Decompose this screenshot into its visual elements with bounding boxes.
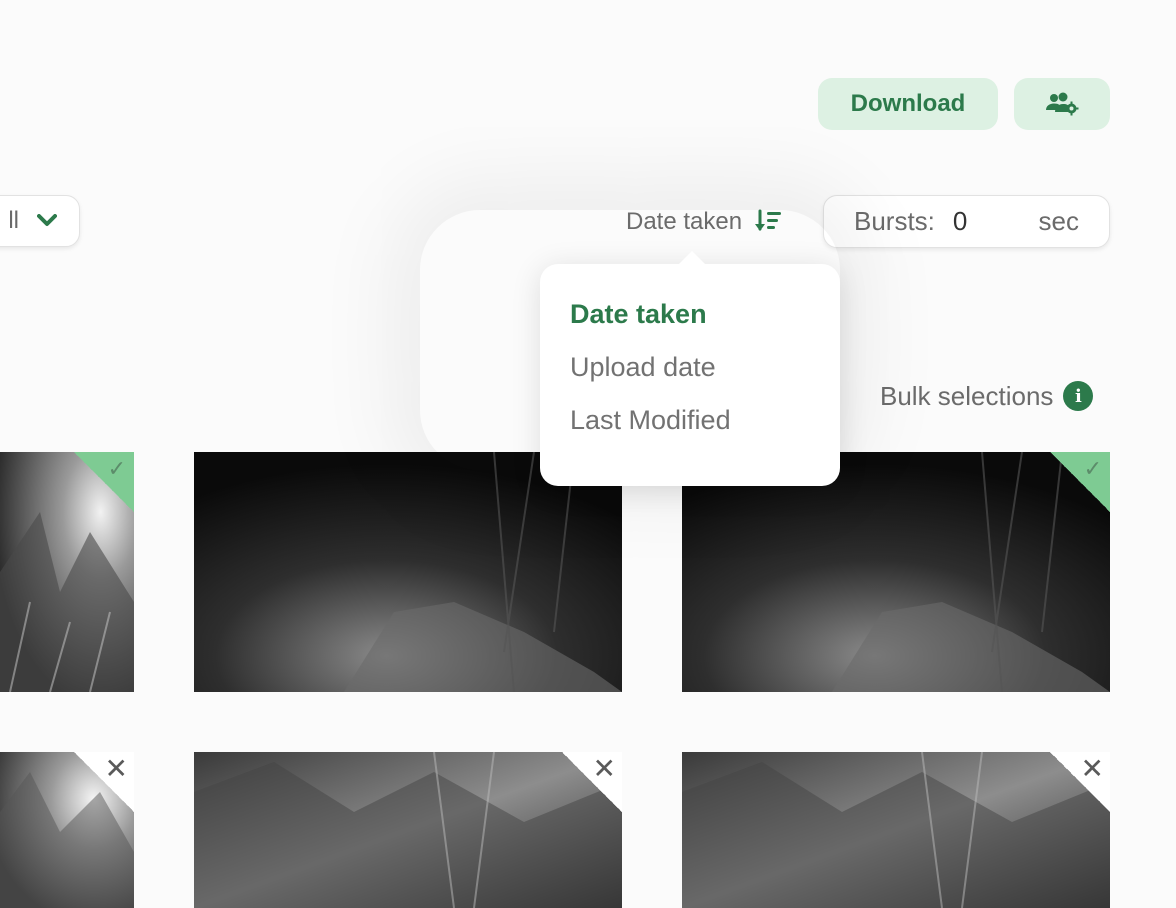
selected-corner: ✓: [1050, 452, 1110, 512]
photo-thumbnail[interactable]: ✕: [682, 752, 1110, 908]
photo-thumbnail[interactable]: ✓: [682, 452, 1110, 692]
sort-option-date-taken[interactable]: Date taken: [570, 294, 810, 347]
close-icon[interactable]: ✕: [1081, 752, 1104, 785]
sort-option-last-modified[interactable]: Last Modified: [570, 400, 810, 453]
photo-image: [682, 452, 1110, 692]
users-gear-icon: [1046, 92, 1079, 116]
photo-thumbnail[interactable]: ✕: [194, 752, 622, 908]
photo-thumbnail[interactable]: [194, 452, 622, 692]
close-icon[interactable]: ✕: [105, 752, 128, 785]
check-icon: ✓: [1083, 456, 1102, 481]
close-icon[interactable]: ✕: [593, 752, 616, 785]
photo-image: [682, 752, 1110, 908]
team-settings-button[interactable]: [1014, 78, 1110, 130]
excluded-corner: ✕: [74, 752, 134, 812]
bursts-control: Bursts: sec: [823, 195, 1110, 248]
photo-image: [194, 752, 622, 908]
bursts-unit: sec: [1038, 206, 1079, 236]
check-icon: ✓: [107, 456, 126, 481]
info-icon[interactable]: i: [1063, 381, 1094, 411]
chevron-down-icon: [37, 214, 57, 226]
photo-thumbnail[interactable]: ✓: [0, 452, 134, 692]
selected-corner: ✓: [74, 452, 134, 512]
filter-select[interactable]: ll: [0, 195, 80, 247]
photo-thumbnail[interactable]: ✕: [0, 752, 134, 908]
photo-image: [194, 452, 622, 692]
sort-option-upload-date[interactable]: Upload date: [570, 347, 810, 400]
excluded-corner: ✕: [562, 752, 622, 812]
sort-dropdown-menu: Date taken Upload date Last Modified: [540, 251, 840, 486]
bulk-selections-label: Bulk selections: [880, 380, 1054, 411]
bursts-input[interactable]: [950, 205, 1015, 238]
excluded-corner: ✕: [1050, 752, 1110, 812]
filter-value: ll: [8, 207, 19, 234]
bursts-label: Bursts:: [854, 206, 935, 236]
dropdown-arrow: [678, 251, 706, 265]
bulk-selections[interactable]: Bulk selections i: [880, 378, 1094, 414]
download-button[interactable]: Download: [818, 78, 998, 130]
